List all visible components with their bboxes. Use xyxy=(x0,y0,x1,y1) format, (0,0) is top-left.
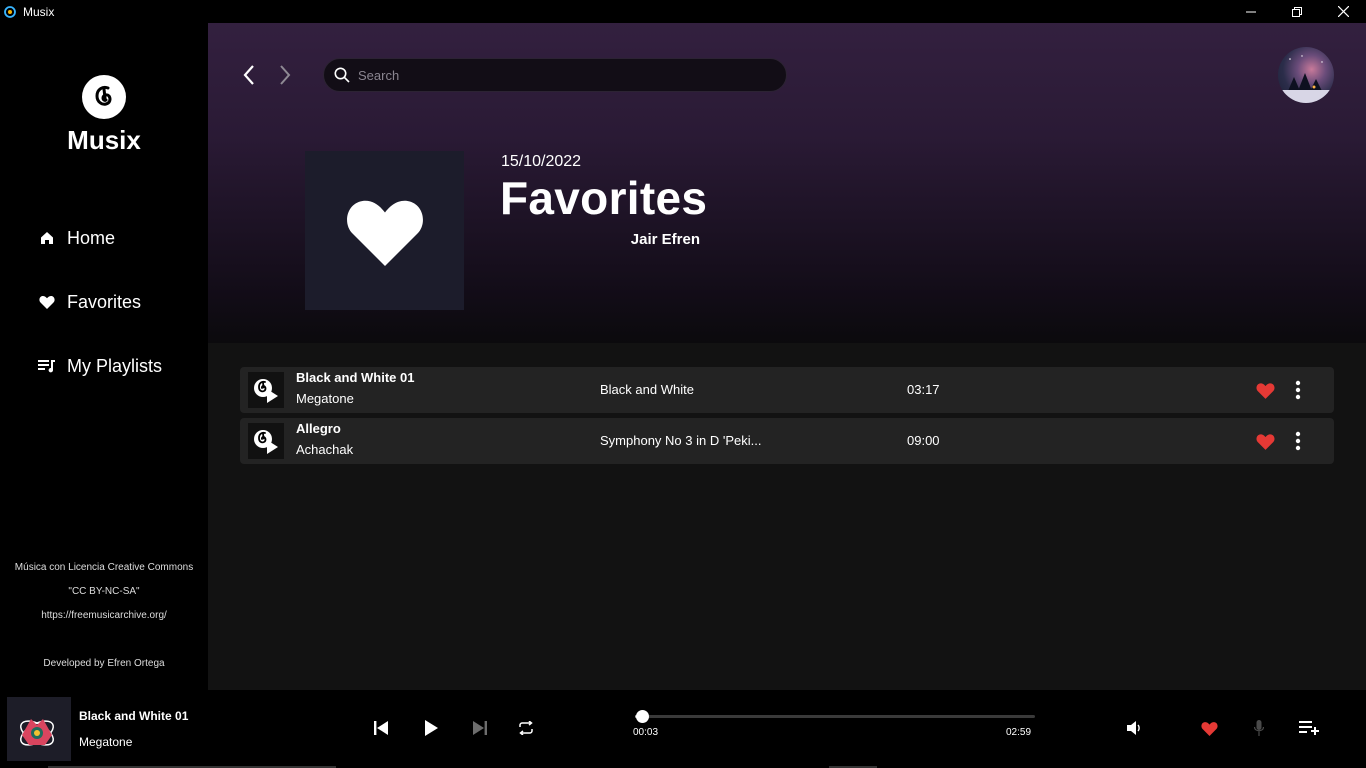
table-row[interactable]: Allegro Achachak Symphony No 3 in D 'Pek… xyxy=(240,418,1334,464)
playlist-icon xyxy=(38,357,56,375)
previous-button[interactable] xyxy=(370,717,392,739)
track-list: Black and White 01 Megatone Black and Wh… xyxy=(240,367,1334,469)
minimize-button[interactable] xyxy=(1228,0,1274,23)
heart-icon xyxy=(1255,433,1275,450)
search-input[interactable] xyxy=(358,67,758,83)
repeat-button[interactable] xyxy=(515,717,537,739)
play-icon xyxy=(425,720,438,736)
heart-icon xyxy=(1200,721,1218,736)
developer-credit: Developed by Efren Ortega xyxy=(43,658,165,669)
heart-icon xyxy=(38,293,56,311)
search-bar xyxy=(323,58,787,92)
playlist-date: 15/10/2022 xyxy=(501,153,582,170)
track-duration: 03:17 xyxy=(907,382,940,397)
play-overlay-icon xyxy=(254,430,278,454)
chevron-right-icon xyxy=(280,65,291,85)
seek-handle[interactable] xyxy=(635,710,649,723)
like-button[interactable] xyxy=(1254,380,1276,400)
volume-button[interactable] xyxy=(1124,717,1146,739)
track-title: Allegro xyxy=(296,421,341,436)
play-overlay-icon xyxy=(254,379,278,403)
more-options-button[interactable] xyxy=(1292,378,1304,402)
track-duration: 09:00 xyxy=(907,433,940,448)
more-vertical-icon xyxy=(1295,380,1301,400)
home-icon xyxy=(38,229,56,247)
sidebar-item-home[interactable]: Home xyxy=(0,206,208,270)
close-button[interactable] xyxy=(1320,0,1366,23)
license-type: "CC BY-NC-SA" xyxy=(68,586,140,597)
sidebar-item-label: My Playlists xyxy=(67,355,163,376)
play-button[interactable] xyxy=(420,717,442,739)
app-icon xyxy=(4,5,16,18)
heart-icon xyxy=(1255,382,1275,399)
license-text: Música con Licencia Creative Commons xyxy=(14,562,194,573)
playlist-owner: Jair Efren xyxy=(630,231,700,248)
table-row[interactable]: Black and White 01 Megatone Black and Wh… xyxy=(240,367,1334,413)
forward-button[interactable] xyxy=(276,63,294,87)
heart-icon xyxy=(346,200,423,266)
source-link[interactable]: https://freemusicarchive.org/ xyxy=(0,604,208,628)
credits: Música con Licencia Creative Commons "CC… xyxy=(0,556,208,676)
volume-icon xyxy=(1127,721,1140,735)
now-playing-title: Black and White 01 xyxy=(79,709,189,723)
next-button[interactable] xyxy=(469,717,491,739)
brand-name: Musix xyxy=(67,125,141,155)
sidebar-item-my-playlists[interactable]: My Playlists xyxy=(0,334,208,398)
back-button[interactable] xyxy=(240,63,258,87)
sidebar: Musix Home Favorites My Playlists Música… xyxy=(0,23,208,690)
history-nav xyxy=(240,63,294,87)
sidebar-item-favorites[interactable]: Favorites xyxy=(0,270,208,334)
restore-button[interactable] xyxy=(1274,0,1320,23)
add-to-queue-button[interactable] xyxy=(1298,717,1320,739)
playlist-cover xyxy=(305,151,464,310)
avatar[interactable] xyxy=(1278,47,1334,103)
like-button[interactable] xyxy=(1254,431,1276,451)
like-current-button[interactable] xyxy=(1198,717,1220,739)
page-title: Favorites xyxy=(500,172,708,224)
album-art-icon xyxy=(7,697,71,761)
search-icon xyxy=(334,67,350,83)
track-artist[interactable]: Achachak xyxy=(296,442,353,457)
track-title: Black and White 01 xyxy=(296,370,415,385)
microphone-icon xyxy=(1254,720,1264,736)
total-time: 02:59 xyxy=(1006,727,1032,738)
more-options-button[interactable] xyxy=(1292,429,1304,453)
avatar-image xyxy=(1278,55,1334,103)
track-artist[interactable]: Megatone xyxy=(296,391,354,406)
musix-logo-icon xyxy=(82,75,126,119)
seek-bar[interactable] xyxy=(635,710,1035,723)
window-title: Musix xyxy=(23,4,55,19)
main-content: 15/10/2022 Favorites Jair Efren Black an… xyxy=(208,23,1366,690)
restore-icon xyxy=(1292,6,1302,17)
close-icon xyxy=(1337,6,1349,17)
track-thumbnail xyxy=(248,372,284,408)
title-bar: Musix xyxy=(0,0,1366,23)
track-album[interactable]: Black and White xyxy=(600,382,765,397)
track-thumbnail xyxy=(248,423,284,459)
skip-next-icon xyxy=(473,721,487,735)
player-bar: Black and White 01 Megatone 00:03 02:59 xyxy=(0,690,1366,768)
lyrics-button[interactable] xyxy=(1248,717,1270,739)
window-controls xyxy=(1228,0,1366,23)
track-album[interactable]: Symphony No 3 in D 'Peki... xyxy=(600,433,765,448)
chevron-left-icon xyxy=(243,65,254,85)
more-vertical-icon xyxy=(1295,431,1301,451)
skip-previous-icon xyxy=(374,721,388,735)
sidebar-item-label: Favorites xyxy=(67,291,142,312)
now-playing-artist: Megatone xyxy=(79,735,133,749)
minimize-icon xyxy=(1246,11,1256,12)
repeat-icon xyxy=(519,721,533,735)
sidebar-nav: Home Favorites My Playlists xyxy=(0,206,208,398)
playlist-header: 15/10/2022 Favorites Jair Efren xyxy=(208,23,1366,343)
sidebar-item-label: Home xyxy=(67,227,116,248)
queue-add-icon xyxy=(1299,721,1319,735)
current-time: 00:03 xyxy=(633,727,659,738)
now-playing-cover xyxy=(7,697,71,761)
brand: Musix xyxy=(0,75,208,156)
